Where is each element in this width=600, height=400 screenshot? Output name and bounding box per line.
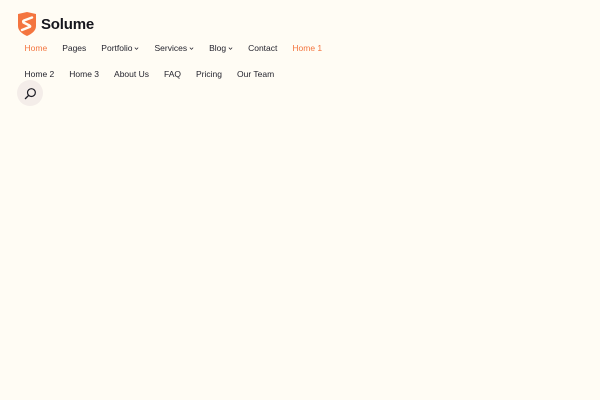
brand-name: Solume [41, 15, 94, 33]
nav-item-faq[interactable]: FAQ [157, 61, 189, 87]
nav-item-label: Blog [209, 43, 227, 53]
nav-item-our-team[interactable]: Our Team [230, 61, 282, 87]
nav-item-label: Our Team [237, 69, 275, 79]
nav-item-services[interactable]: Services [147, 35, 202, 61]
nav-item-label: Pages [62, 43, 87, 53]
chevron-down-icon [189, 47, 194, 51]
chevron-down-icon [228, 47, 233, 51]
nav-item-label: Services [154, 43, 188, 53]
nav-item-label: Home 3 [69, 69, 100, 79]
nav-item-label: Home 1 [292, 43, 323, 53]
search-button[interactable] [17, 80, 43, 106]
site-logo[interactable]: Solume [17, 12, 94, 36]
nav-item-label: Contact [248, 43, 278, 53]
nav-item-about-us[interactable]: About Us [107, 61, 157, 87]
nav-item-pricing[interactable]: Pricing [189, 61, 230, 87]
nav-item-contact[interactable]: Contact [241, 35, 285, 61]
nav-item-label: Portfolio [101, 43, 133, 53]
chevron-down-icon [135, 47, 139, 51]
main-navigation: Home Pages Portfolio Services Blog Conta… [17, 35, 357, 87]
search-icon [24, 87, 36, 99]
nav-item-label: Home [24, 43, 48, 53]
nav-item-blog[interactable]: Blog [202, 35, 241, 61]
nav-item-home-3[interactable]: Home 3 [62, 61, 107, 87]
nav-item-label: Pricing [196, 69, 222, 79]
shield-s-logo-icon [18, 12, 36, 36]
nav-item-portfolio[interactable]: Portfolio [94, 35, 147, 61]
nav-item-home[interactable]: Home [17, 35, 55, 61]
nav-item-label: About Us [114, 69, 149, 79]
nav-item-label: FAQ [164, 69, 182, 79]
nav-item-home-1[interactable]: Home 1 [285, 35, 330, 61]
nav-item-label: Home 2 [24, 69, 55, 79]
nav-item-pages[interactable]: Pages [55, 35, 94, 61]
